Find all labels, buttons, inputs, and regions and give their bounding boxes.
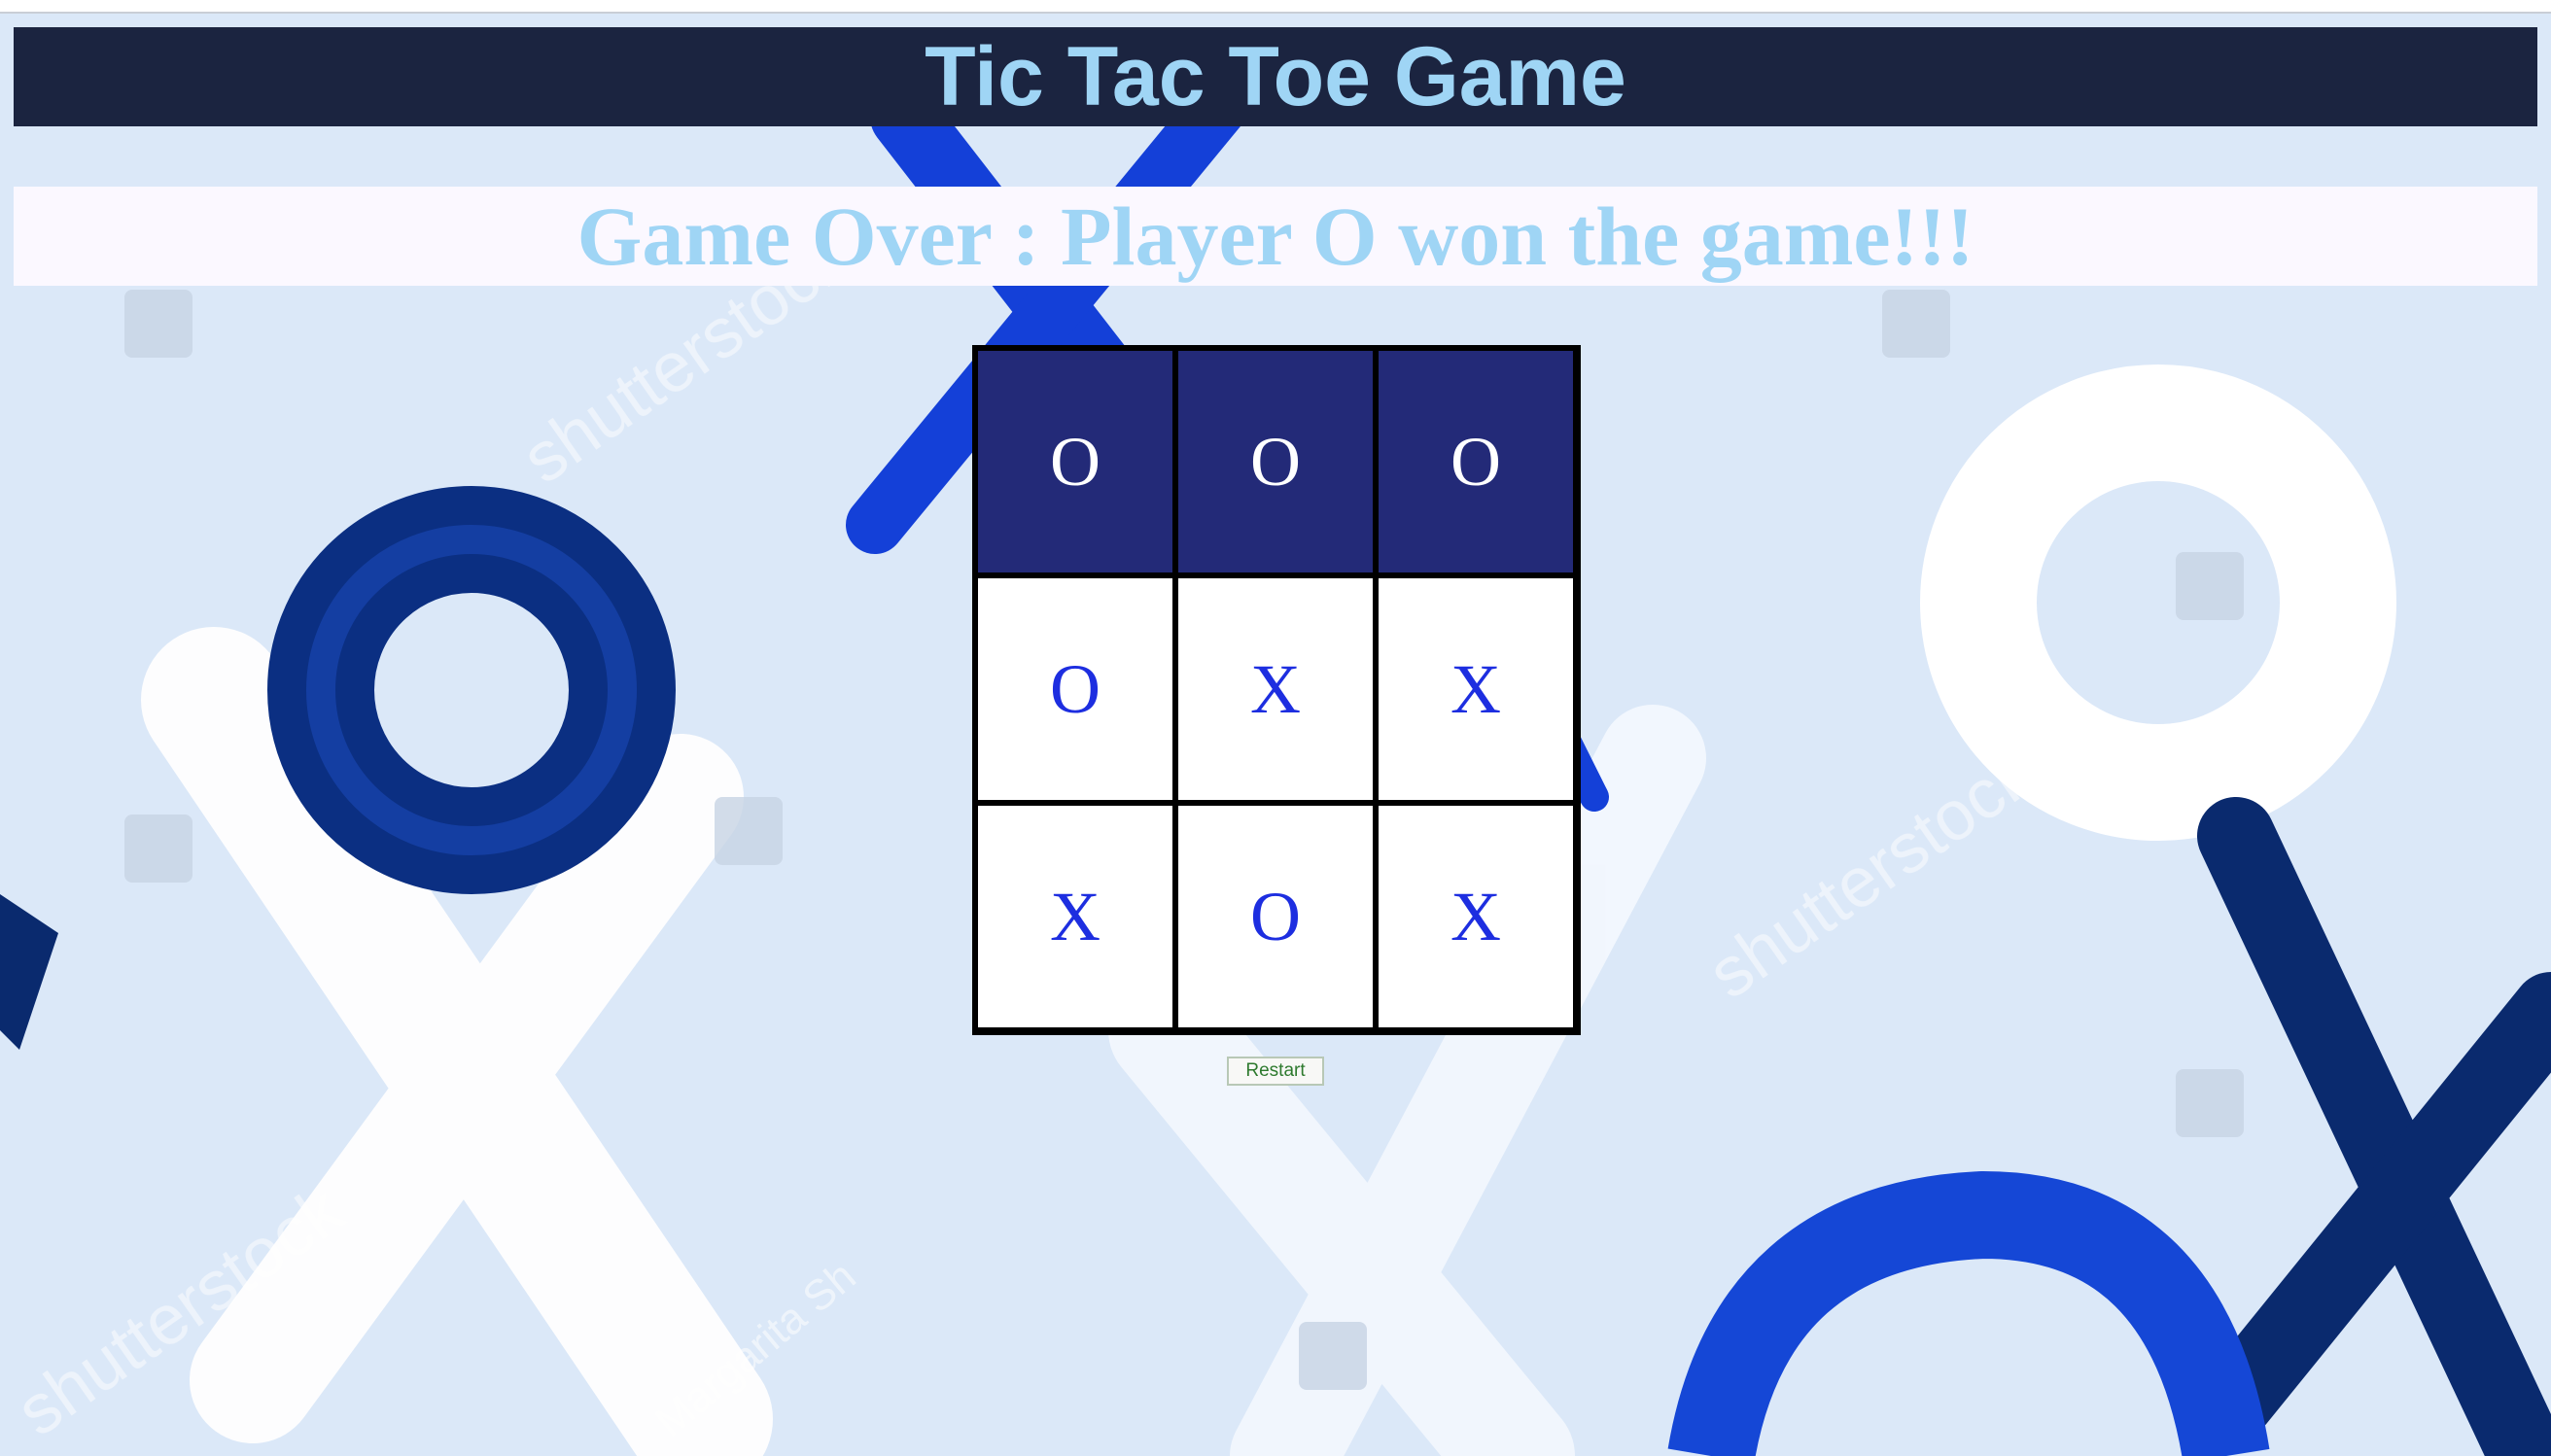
browser-top-edge	[0, 0, 2551, 14]
board-cell-0[interactable]: O	[978, 351, 1172, 572]
board-cell-7[interactable]: O	[1178, 806, 1373, 1027]
restart-button[interactable]: Restart	[1227, 1057, 1324, 1086]
board-cell-6[interactable]: X	[978, 806, 1172, 1027]
board-cell-2[interactable]: O	[1379, 351, 1573, 572]
board-cell-4[interactable]: X	[1178, 578, 1373, 800]
game-status-banner: Game Over : Player O won the game!!!	[14, 187, 2537, 286]
board-cell-1[interactable]: O	[1178, 351, 1373, 572]
game-board: O O O O X X X O X	[972, 345, 1581, 1035]
board-cell-8[interactable]: X	[1379, 806, 1573, 1027]
board-cell-5[interactable]: X	[1379, 578, 1573, 800]
page-header: Tic Tac Toe Game	[14, 27, 2537, 126]
page-title: Tic Tac Toe Game	[925, 30, 1626, 123]
game-status-message: Game Over : Player O won the game!!!	[577, 190, 1974, 283]
board-cell-3[interactable]: O	[978, 578, 1172, 800]
